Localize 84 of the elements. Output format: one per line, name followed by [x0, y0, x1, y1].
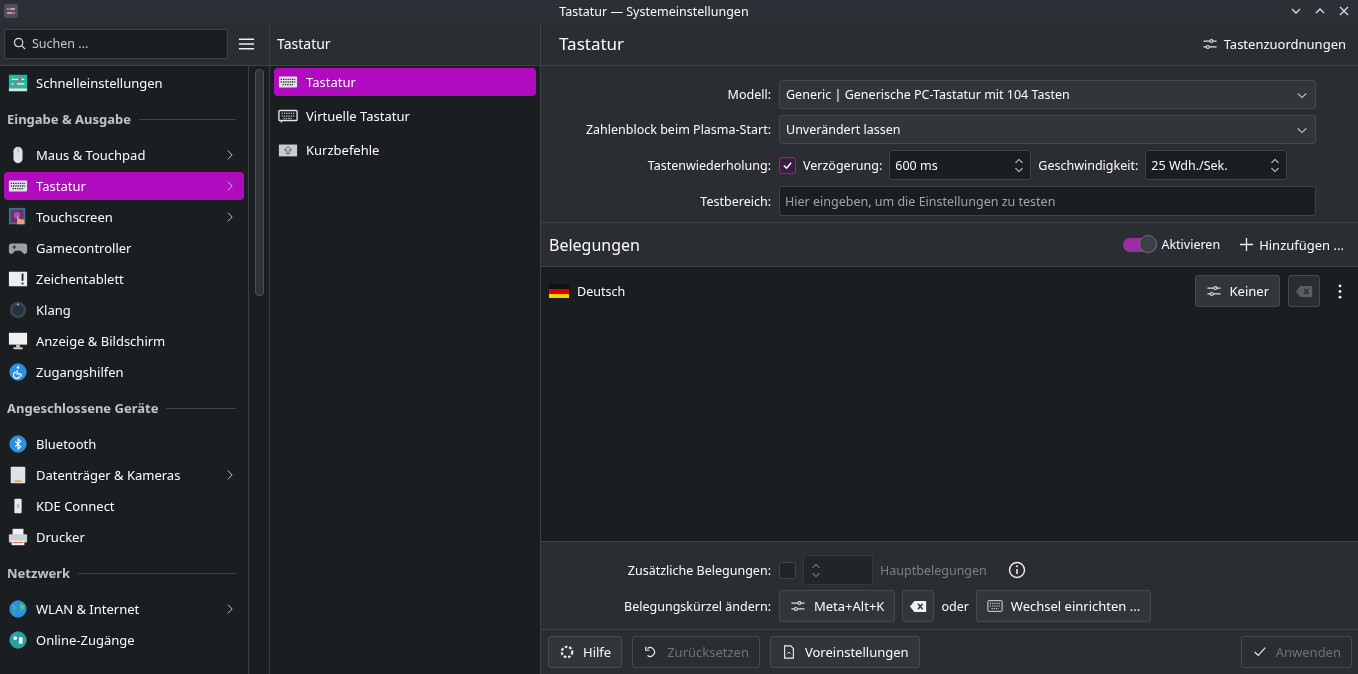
sliders-icon: [8, 73, 28, 93]
search-icon: [13, 36, 26, 50]
flag-icon: [549, 284, 569, 298]
toggle-label: Aktivieren: [1161, 236, 1221, 253]
up-down-arrows-icon: [809, 561, 823, 579]
sidebar-item[interactable]: WLAN & Internet: [4, 595, 244, 623]
sidebar-item[interactable]: Maus & Touchpad: [4, 141, 244, 169]
sidebar-item[interactable]: Touchscreen: [4, 203, 244, 231]
dropdown[interactable]: Generic | Generische PC-Tastatur mit 104 Tasten: [779, 80, 1316, 109]
monitor-icon: [8, 331, 28, 351]
add-button[interactable]: Hinzufügen ...: [1234, 231, 1350, 258]
sidebar-item[interactable]: Bluetooth: [4, 430, 244, 458]
more-options-icon: [1338, 283, 1342, 299]
sidebar-item[interactable]: Drucker: [4, 523, 244, 551]
list-item[interactable]: Tastatur: [274, 68, 536, 96]
drawing-tablet-icon: [8, 269, 28, 289]
sidebar-item[interactable]: Tastatur: [4, 172, 244, 200]
layout-name: Deutsch: [577, 282, 627, 300]
shortcut-button[interactable]: Meta+Alt+K: [779, 590, 896, 622]
section-heading: Angeschlossene Geräte: [7, 399, 159, 417]
field-label: Testbereich:: [699, 192, 771, 210]
close-icon: [1338, 5, 1350, 17]
backspace-icon: [1295, 284, 1313, 298]
accessibility-icon: [8, 362, 28, 382]
sidebar-item[interactable]: Online-Zugänge: [4, 626, 244, 654]
panel-title: Tastatur: [277, 34, 331, 53]
sidebar-item[interactable]: Schnelleinstellungen: [4, 69, 244, 97]
app-icon: [4, 4, 18, 18]
text-field[interactable]: Hier eingeben, um die Einstellungen zu testen: [779, 186, 1316, 216]
globe-icon: [8, 599, 28, 619]
dropdown[interactable]: Unverändert lassen: [779, 115, 1316, 144]
sidebar-item[interactable]: Zeichentablett: [4, 265, 244, 293]
sidebar-item[interactable]: Zugangshilfen: [4, 358, 244, 386]
switch-setup-button[interactable]: Wechsel einrichten ...: [975, 590, 1152, 622]
speaker-knob-icon: [8, 300, 28, 320]
list-item[interactable]: Kurzbefehle: [274, 136, 536, 164]
section-heading: Eingabe & Ausgabe: [7, 110, 132, 128]
printer-icon: [8, 527, 28, 547]
menu-icon: [238, 36, 255, 51]
spin-box[interactable]: 25 Wdh./Sek.: [1145, 150, 1288, 180]
sidebar-item[interactable]: Gamecontroller: [4, 234, 244, 262]
spin-box[interactable]: 600 ms: [889, 150, 1032, 180]
clear-button[interactable]: [902, 590, 935, 622]
field-label: Modell:: [726, 86, 771, 103]
help-icon: [559, 645, 575, 659]
sidebar-item[interactable]: KDE Connect: [4, 492, 244, 520]
list-item[interactable]: Virtuelle Tastatur: [274, 102, 536, 130]
defaults-button[interactable]: Voreinstellungen: [769, 636, 920, 668]
sidebar-item[interactable]: Klang: [4, 296, 244, 324]
accounts-icon: [8, 630, 28, 650]
sliders-icon: [790, 599, 806, 613]
field-label: Belegungskürzel ändern:: [623, 597, 771, 615]
field-label: Geschwindigkeit:: [1038, 156, 1139, 174]
sliders-icon: [1205, 284, 1222, 298]
sliders-icon: [1201, 36, 1218, 51]
checkbox[interactable]: [779, 156, 796, 174]
help-button[interactable]: Hilfe: [548, 636, 623, 668]
plus-icon: [1240, 238, 1254, 251]
shortcut-button[interactable]: Keiner: [1194, 275, 1280, 307]
section-title: Belegungen: [549, 233, 641, 256]
bluetooth-icon: [8, 434, 28, 454]
checkmark-icon: [1251, 645, 1268, 659]
key-mappings-button[interactable]: Tastenzuordnungen: [1195, 30, 1352, 57]
window-title: Tastatur — Systemeinstellungen: [558, 2, 750, 20]
sidebar-item[interactable]: Datenträger & Kameras: [4, 461, 244, 489]
search-field[interactable]: Suchen ...: [4, 28, 228, 59]
toggle-switch[interactable]: [1123, 237, 1158, 252]
section-heading: Netzwerk: [7, 564, 71, 582]
spin-box[interactable]: [803, 555, 873, 585]
drive-icon: [8, 465, 28, 485]
scrollbar-thumb[interactable]: [255, 69, 264, 296]
touchscreen-icon: [8, 207, 28, 227]
backspace-icon: [909, 599, 928, 613]
page-title: Tastatur: [559, 32, 625, 55]
checkmark-icon: [782, 159, 793, 171]
field-label: Hauptbelegungen: [880, 561, 987, 579]
field-label: Zusätzliche Belegungen:: [626, 561, 771, 579]
field-label: Tastenwiederholung:: [646, 156, 771, 174]
keyboard-icon: [986, 599, 1003, 613]
field-label: Verzögerung:: [803, 156, 883, 174]
info-icon: [1007, 561, 1026, 579]
field-label: Zahlenblock beim Plasma-Start:: [584, 121, 771, 138]
field-label: oder: [941, 597, 969, 615]
sidebar-item[interactable]: Anzeige & Bildschirm: [4, 327, 244, 355]
